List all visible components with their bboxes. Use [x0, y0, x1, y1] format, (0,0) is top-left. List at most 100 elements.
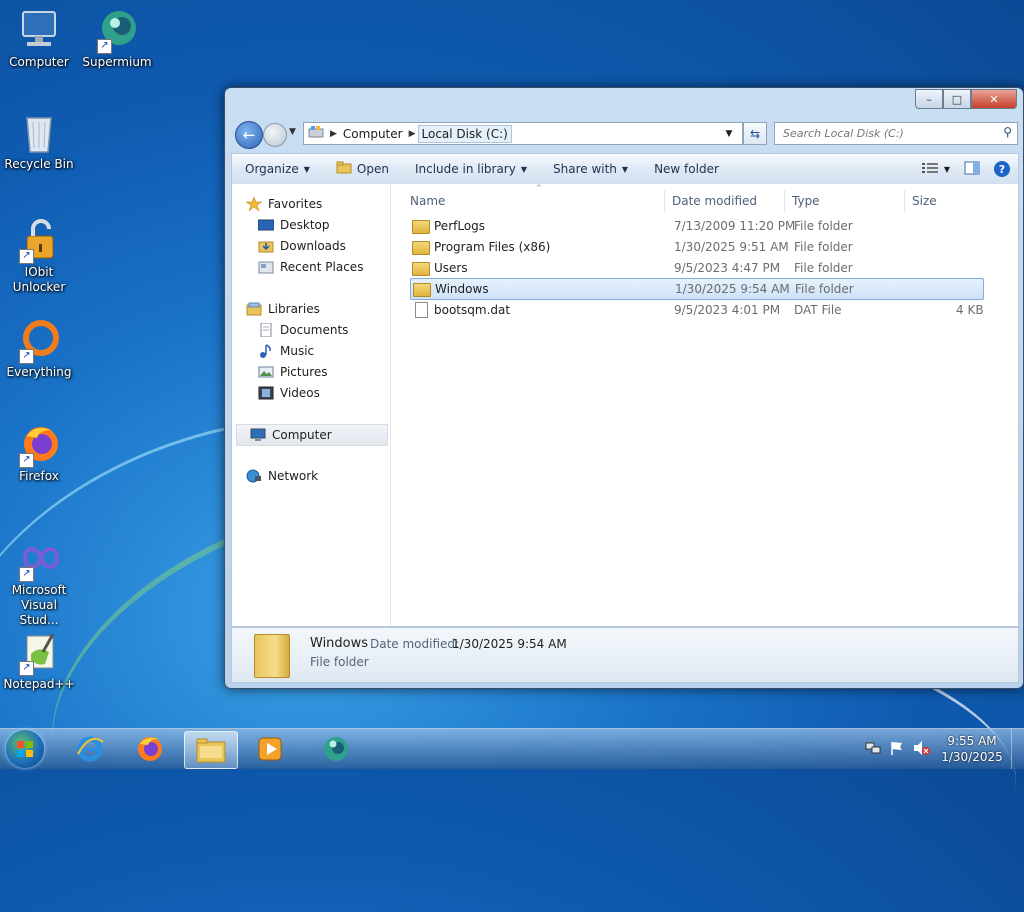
include-in-library-button[interactable]: Include in library ▼: [402, 162, 540, 176]
desktop-icon-visual-studio[interactable]: ↗ Microsoft Visual Stud...: [2, 536, 76, 628]
column-header-name[interactable]: Name: [404, 190, 662, 212]
desktop-icon-notepadpp[interactable]: ↗ Notepad++: [2, 630, 76, 692]
file-row-selected[interactable]: Windows 1/30/2025 9:54 AM File folder: [410, 278, 984, 300]
nav-downloads[interactable]: Downloads: [258, 236, 346, 256]
column-header-date[interactable]: Date modified: [666, 190, 784, 212]
desktop-icon-label: Firefox: [19, 469, 59, 483]
taskbar-internet-explorer[interactable]: [64, 731, 116, 767]
file-size: 4 KB: [956, 303, 984, 317]
drive-icon: [304, 125, 328, 142]
file-date: 7/13/2009 11:20 PM: [674, 219, 796, 233]
taskbar-firefox[interactable]: [124, 731, 176, 767]
start-button[interactable]: [6, 730, 44, 768]
folder-icon: [413, 283, 431, 300]
taskbar-file-explorer[interactable]: [184, 731, 238, 769]
nav-recent-places[interactable]: Recent Places: [258, 257, 363, 277]
desktop-icon-label: Microsoft Visual Stud...: [11, 583, 67, 627]
file-row[interactable]: bootsqm.dat 9/5/2023 4:01 PM DAT File 4 …: [410, 300, 984, 321]
star-icon: [245, 196, 263, 212]
close-button[interactable]: ✕: [971, 89, 1017, 109]
organize-button[interactable]: Organize ▼: [232, 162, 323, 176]
column-header-type[interactable]: Type: [786, 190, 898, 212]
column-divider[interactable]: [784, 190, 785, 212]
file-date: 1/30/2025 9:51 AM: [674, 240, 789, 254]
desktop-icon-iobit-unlocker[interactable]: ↗ IObit Unlocker: [2, 218, 76, 295]
preview-pane-button[interactable]: [964, 161, 980, 178]
column-size-label: Size: [912, 194, 937, 208]
nav-videos[interactable]: Videos: [258, 383, 320, 403]
breadcrumb-computer[interactable]: Computer: [339, 127, 407, 141]
file-icon: [415, 302, 428, 321]
nav-pictures[interactable]: Pictures: [258, 362, 328, 382]
address-bar[interactable]: ▶ Computer ▶ Local Disk (C:) ▼: [303, 122, 743, 145]
details-name: Windows: [310, 636, 369, 651]
view-options-button[interactable]: ▼: [921, 162, 950, 177]
show-desktop-button[interactable]: [1011, 729, 1024, 769]
help-icon[interactable]: ?: [994, 161, 1010, 177]
nav-documents-label: Documents: [280, 323, 349, 337]
nav-documents[interactable]: Documents: [258, 320, 348, 340]
file-date: 1/30/2025 9:54 AM: [675, 282, 790, 296]
recent-pages-button[interactable]: ▼: [289, 127, 296, 137]
caption-buttons: – □ ✕: [915, 89, 1017, 109]
open-button[interactable]: Open: [323, 161, 402, 177]
search-icon[interactable]: ⚲: [1003, 125, 1012, 139]
file-type: File folder: [794, 219, 853, 233]
breadcrumb-local-disk[interactable]: Local Disk (C:): [417, 124, 512, 143]
documents-icon: [258, 322, 274, 338]
system-tray: 9:55 AM 1/30/2025: [865, 729, 1024, 769]
desktop-icon-label: Everything: [6, 365, 72, 379]
desktop-icon-firefox[interactable]: ↗ Firefox: [2, 422, 76, 484]
column-header-size[interactable]: Size: [906, 190, 982, 212]
back-button[interactable]: ←: [235, 121, 263, 149]
media-player-icon: [258, 737, 282, 761]
taskbar-media-player[interactable]: [244, 731, 296, 767]
minimize-button[interactable]: –: [915, 89, 943, 109]
search-input[interactable]: [781, 126, 995, 141]
file-type: File folder: [794, 261, 853, 275]
navigation-row: ← ▼ ▶ Computer ▶ Local Disk (C:) ▼ ⇆ ⚲: [233, 121, 1018, 149]
network-tray-icon[interactable]: [865, 740, 881, 759]
supermium-icon: ↗: [95, 8, 139, 54]
new-folder-button[interactable]: New folder: [641, 162, 732, 176]
taskbar-supermium[interactable]: [310, 731, 362, 767]
refresh-button[interactable]: ⇆: [743, 122, 767, 145]
desktop-icon-recycle-bin[interactable]: Recycle Bin: [2, 110, 76, 172]
desktop-icon-label: Computer: [9, 55, 69, 69]
address-dropdown-icon[interactable]: ▼: [716, 129, 742, 139]
share-with-button[interactable]: Share with ▼: [540, 162, 641, 176]
iobit-unlocker-icon: ↗: [17, 218, 61, 264]
desktop-icon-computer[interactable]: Computer: [2, 8, 76, 70]
nav-network[interactable]: Network: [246, 466, 318, 486]
column-divider[interactable]: [904, 190, 905, 212]
nav-music[interactable]: Music: [258, 341, 314, 361]
desktop-icon-everything[interactable]: ↗ Everything: [2, 318, 76, 380]
include-in-library-label: Include in library: [414, 162, 516, 176]
forward-button[interactable]: [263, 123, 287, 147]
volume-muted-icon[interactable]: [913, 740, 931, 759]
nav-favorites[interactable]: Favorites: [245, 194, 322, 214]
file-list: ^ Name Date modified Type Size PerfLogs …: [396, 184, 1018, 626]
clock[interactable]: 9:55 AM 1/30/2025: [937, 733, 1007, 765]
nav-videos-label: Videos: [280, 386, 320, 400]
file-date: 9/5/2023 4:01 PM: [674, 303, 781, 317]
file-row[interactable]: PerfLogs 7/13/2009 11:20 PM File folder: [410, 216, 982, 236]
maximize-button[interactable]: □: [943, 89, 971, 109]
libraries-icon: [246, 302, 262, 316]
details-view-icon: [921, 162, 938, 177]
nav-music-label: Music: [280, 344, 315, 358]
nav-libraries[interactable]: Libraries: [246, 299, 320, 319]
chevron-down-icon: ▼: [289, 127, 296, 137]
downloads-folder-icon: [258, 239, 274, 253]
action-center-flag-icon[interactable]: [889, 740, 905, 759]
file-row[interactable]: Program Files (x86) 1/30/2025 9:51 AM Fi…: [410, 237, 982, 257]
details-type: File folder: [310, 655, 369, 669]
nav-desktop[interactable]: Desktop: [257, 215, 330, 235]
desktop-icon-supermium[interactable]: ↗ Supermium: [80, 8, 154, 70]
file-row[interactable]: Users 9/5/2023 4:47 PM File folder: [410, 258, 982, 278]
content-area: Favorites Desktop Downloads Recent Place…: [231, 184, 1019, 627]
nav-computer[interactable]: Computer: [236, 424, 388, 446]
search-box[interactable]: ⚲: [774, 122, 1018, 145]
column-divider[interactable]: [664, 190, 665, 212]
chevron-right-icon: ▶: [408, 128, 416, 139]
